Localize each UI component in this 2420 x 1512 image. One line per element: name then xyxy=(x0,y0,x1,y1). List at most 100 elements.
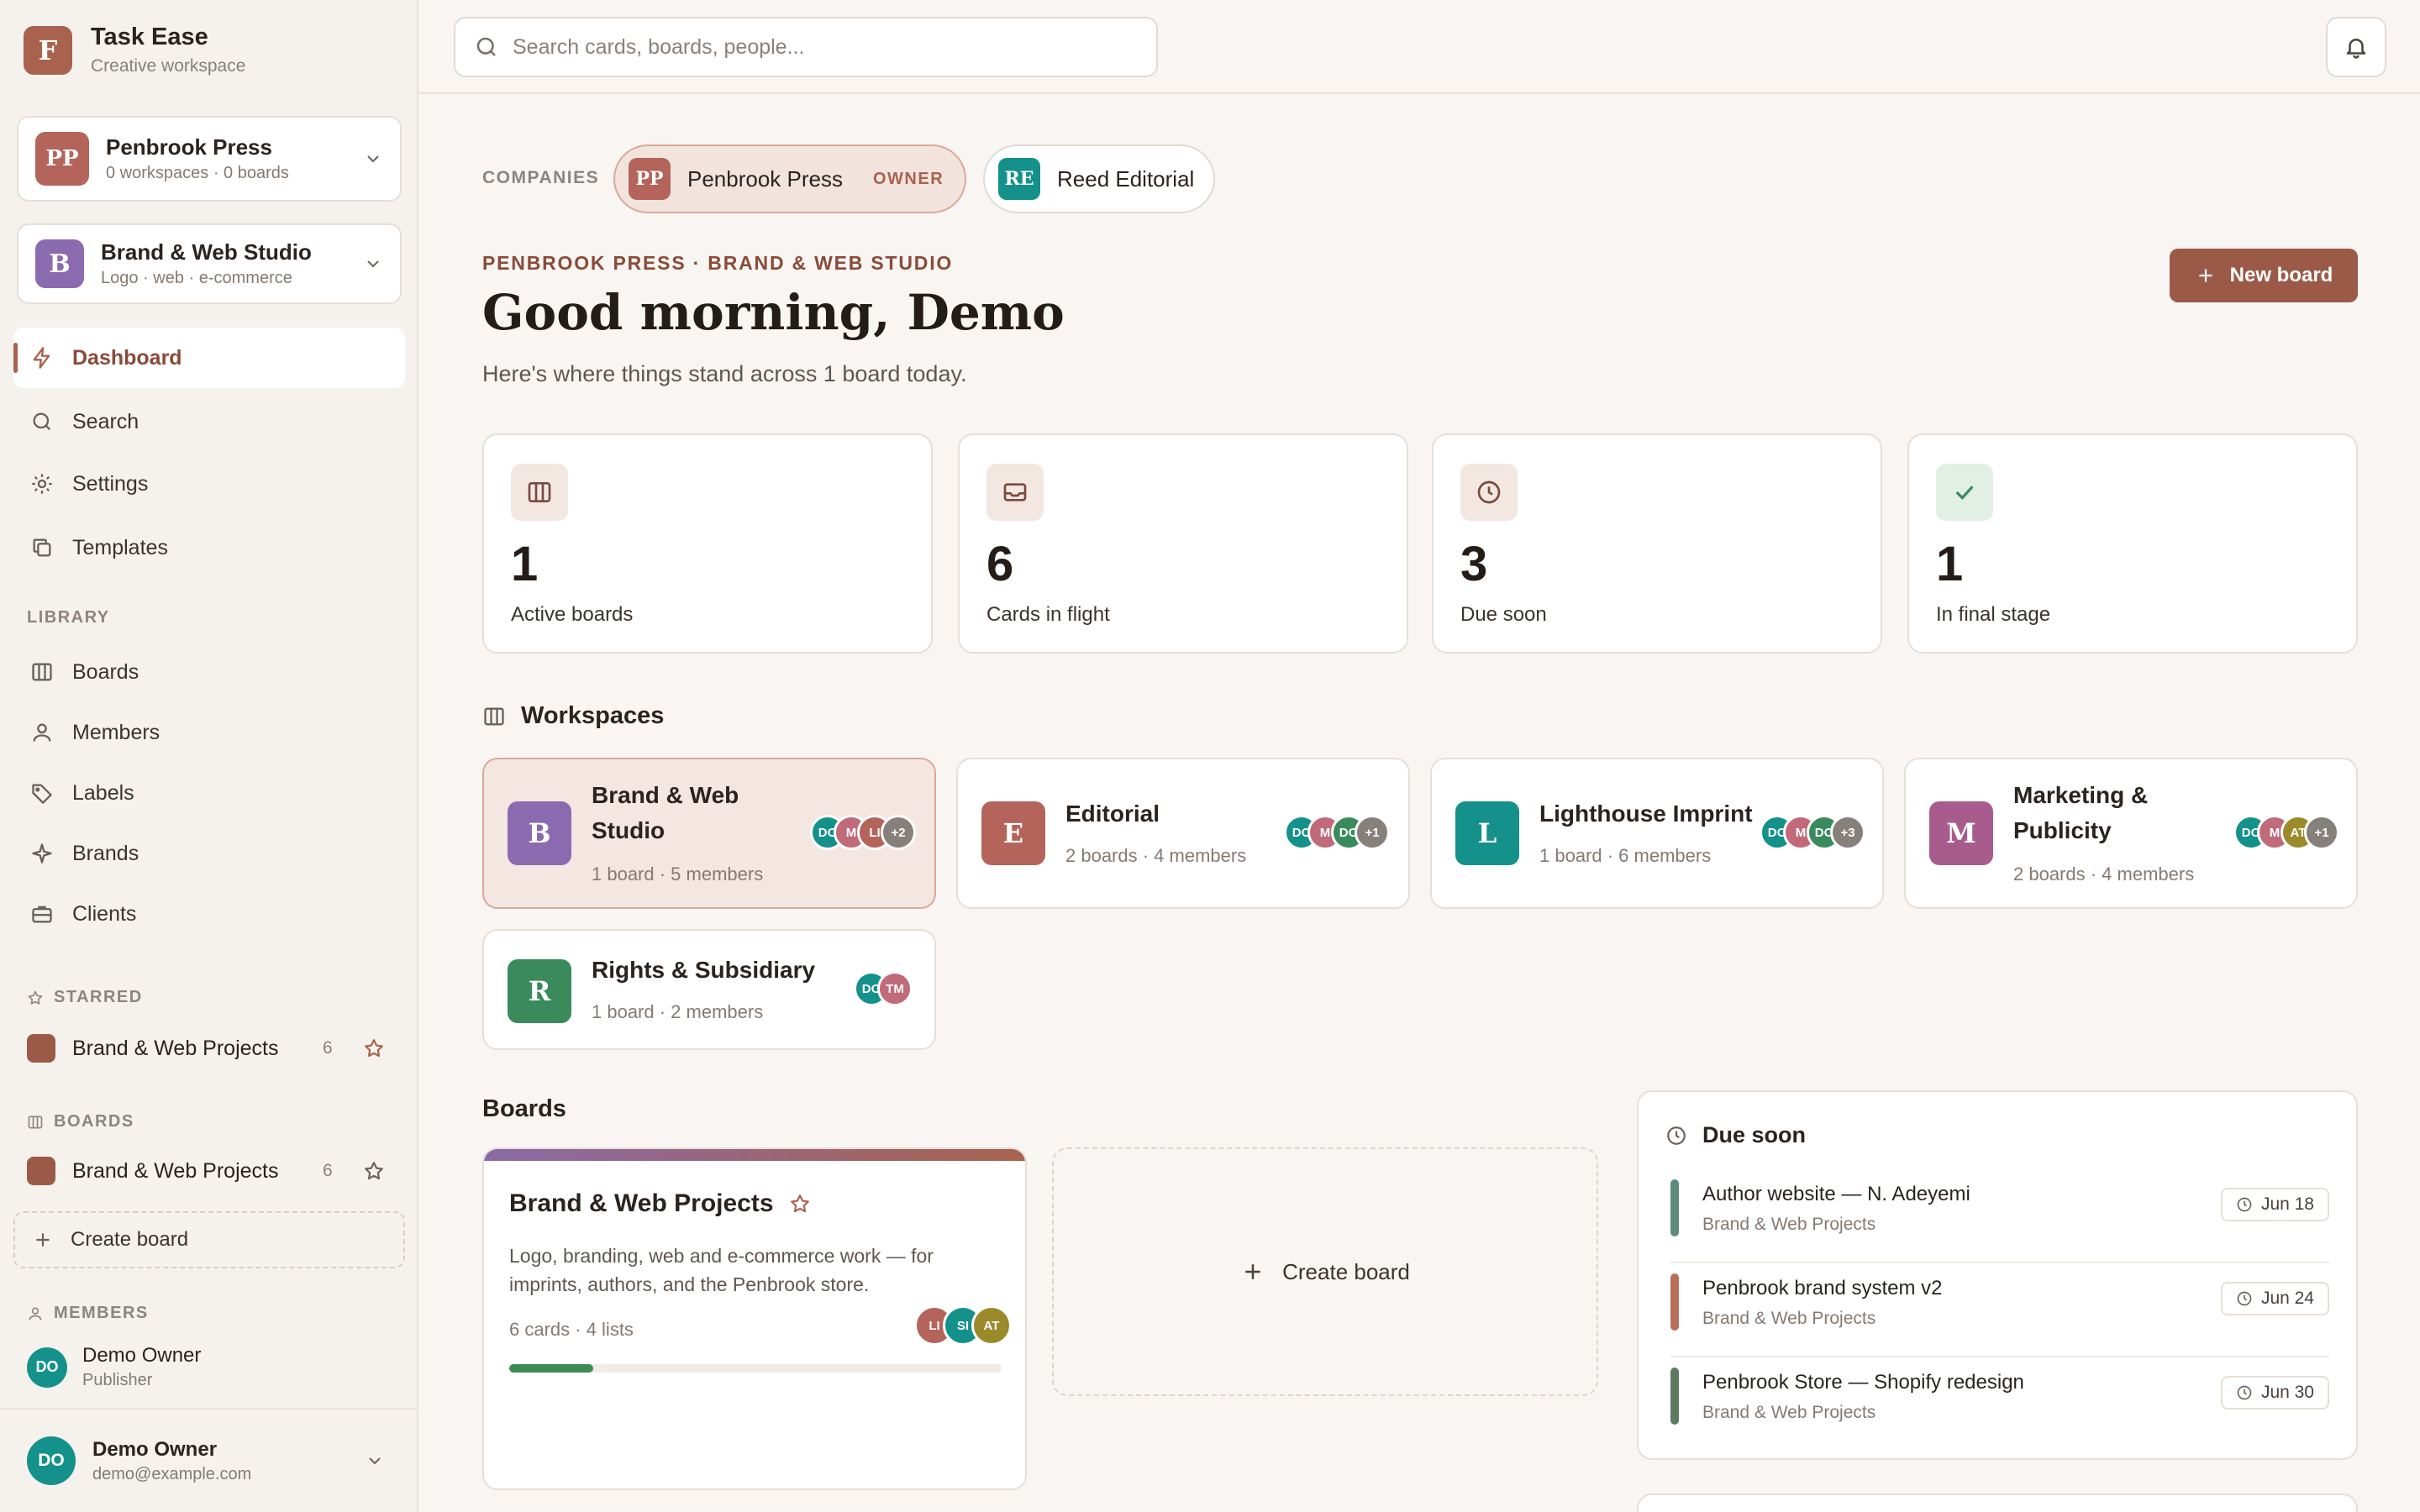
board-color-swatch xyxy=(27,1157,55,1185)
board-card[interactable]: Brand & Web Projects Logo, branding, web… xyxy=(482,1147,1027,1490)
star-icon[interactable] xyxy=(363,1037,385,1059)
starred-board-name: Brand & Web Projects xyxy=(72,1036,279,1060)
tag-icon xyxy=(32,784,52,804)
due-item-board: Brand & Web Projects xyxy=(1702,1309,1876,1328)
clock-icon xyxy=(2237,1291,2252,1306)
sidebar-member-item[interactable]: DO Demo Owner Publisher xyxy=(27,1344,201,1390)
sidebar-board-item[interactable]: Brand & Web Projects 6 xyxy=(27,1157,397,1185)
nav-members[interactable]: Members xyxy=(13,702,405,763)
new-board-button[interactable]: New board xyxy=(2170,249,2358,302)
nav-label: Clients xyxy=(72,901,137,926)
boards-section-label: BOARDS xyxy=(27,1112,134,1131)
due-item[interactable]: Penbrook Store — Shopify redesign Brand … xyxy=(1670,1356,2329,1450)
due-date-chip: Jun 30 xyxy=(2220,1376,2329,1410)
workspace-name: Lighthouse Imprint xyxy=(1539,801,1753,827)
avatar: +3 xyxy=(1830,815,1865,850)
nav-label: Brands xyxy=(72,841,139,865)
starred-board-item[interactable]: Brand & Web Projects 6 xyxy=(27,1034,397,1063)
board-description: Logo, branding, web and e-commerce work … xyxy=(509,1245,934,1295)
nav-labels[interactable]: Labels xyxy=(13,763,405,823)
nav-boards[interactable]: Boards xyxy=(13,642,405,702)
company-pill-reed[interactable]: RE Reed Editorial xyxy=(983,144,1215,213)
chevron-down-icon xyxy=(369,1457,381,1465)
sidebar: F Task Ease Creative workspace PP Penbro… xyxy=(0,0,418,1512)
avatar: DO xyxy=(27,1347,67,1388)
search-placeholder: Search cards, boards, people... xyxy=(513,34,805,59)
workspaces-title: Workspaces xyxy=(521,702,665,729)
current-user-name: Demo Owner xyxy=(92,1437,218,1461)
board-color-swatch xyxy=(27,1034,55,1063)
due-item-color-bar xyxy=(1670,1368,1679,1425)
workspace-name: Marketing & Publicity xyxy=(2013,782,2149,843)
workspace-card[interactable]: M Marketing & Publicity 2 boards · 4 mem… xyxy=(1904,758,2358,909)
workspace-card[interactable]: B Brand & Web Studio 1 board · 5 members… xyxy=(482,758,936,909)
avatar-stack: DO TM xyxy=(854,971,913,1006)
workspace-badge: M xyxy=(1929,801,1993,865)
user-icon xyxy=(29,1307,42,1320)
nav-templates[interactable]: Templates xyxy=(13,517,405,578)
sidebar-create-board-button[interactable]: Create board xyxy=(13,1211,405,1268)
workspace-switcher-sub: Logo · web · e-commerce xyxy=(101,269,292,287)
new-board-label: New board xyxy=(2229,264,2333,286)
plus-icon xyxy=(2199,269,2212,282)
nav-label: Boards xyxy=(72,659,139,684)
workspace-name: Brand & Web Studio xyxy=(592,782,739,843)
stat-icon-box xyxy=(511,464,568,521)
board-color-band xyxy=(484,1149,1025,1161)
star-icon[interactable] xyxy=(789,1193,811,1215)
avatar: +1 xyxy=(1355,815,1390,850)
company-switcher[interactable]: PP Penbrook Press 0 workspaces · 0 board… xyxy=(17,116,402,202)
due-item-title: Author website — N. Adeyemi xyxy=(1702,1183,1970,1205)
nav-brands[interactable]: Brands xyxy=(13,823,405,884)
page-subtitle: Here's where things stand across 1 board… xyxy=(482,361,967,386)
stat-card-due-soon: 3 Due soon xyxy=(1432,433,1882,654)
star-outline-icon[interactable] xyxy=(363,1160,385,1182)
due-item[interactable]: Author website — N. Adeyemi Brand & Web … xyxy=(1670,1168,2329,1262)
stat-card-active-boards: 1 Active boards xyxy=(482,433,933,654)
due-date: Jun 18 xyxy=(2260,1194,2314,1214)
avatar: +1 xyxy=(2304,815,2339,850)
app-brand[interactable]: F Task Ease Creative workspace xyxy=(24,24,245,76)
nav-label: Templates xyxy=(72,535,168,559)
due-soon-title: Due soon xyxy=(1665,1122,1806,1148)
inbox-icon xyxy=(1003,483,1027,501)
current-user-menu[interactable]: DO Demo Owner demo@example.com xyxy=(0,1408,417,1512)
due-item-board: Brand & Web Projects xyxy=(1702,1403,1876,1422)
sidebar-board-name: Brand & Web Projects xyxy=(72,1158,279,1183)
search-input[interactable]: Search cards, boards, people... xyxy=(454,17,1158,77)
stat-card-cards-in-flight: 6 Cards in flight xyxy=(958,433,1408,654)
workspace-card[interactable]: E Editorial 2 boards · 4 members DO M DO… xyxy=(956,758,1410,909)
library-nav: Boards Members Labels Brands Clients xyxy=(13,642,405,944)
company-name: Penbrook Press xyxy=(687,165,843,192)
companies-label: COMPANIES xyxy=(482,168,600,187)
due-date: Jun 24 xyxy=(2260,1289,2314,1308)
due-item[interactable]: Penbrook brand system v2 Brand & Web Pro… xyxy=(1670,1262,2329,1356)
workspace-badge: E xyxy=(981,801,1045,865)
board-progress-fill xyxy=(509,1364,593,1373)
workspace-card[interactable]: L Lighthouse Imprint 1 board · 6 members… xyxy=(1430,758,1884,909)
notifications-button[interactable] xyxy=(2326,17,2386,77)
workspace-meta: 1 board · 6 members xyxy=(1539,845,1712,866)
page-title: Good morning, Demo xyxy=(482,284,1065,341)
create-board-button[interactable]: Create board xyxy=(1052,1147,1598,1396)
stat-icon-box xyxy=(1460,464,1518,521)
workspace-badge: R xyxy=(508,959,571,1023)
nav-dashboard[interactable]: Dashboard xyxy=(13,328,405,388)
company-pill-penbrook[interactable]: PP Penbrook Press OWNER xyxy=(613,144,966,213)
workspace-switcher[interactable]: B Brand & Web Studio Logo · web · e-comm… xyxy=(17,223,402,304)
board-card-title: Brand & Web Projects xyxy=(509,1189,811,1218)
nav-settings[interactable]: Settings xyxy=(13,454,405,514)
nav-label: Settings xyxy=(72,471,149,496)
nav-label: Dashboard xyxy=(72,345,182,370)
nav-clients[interactable]: Clients xyxy=(13,884,405,944)
company-switcher-title: Penbrook Press xyxy=(106,134,272,160)
nav-label: Labels xyxy=(72,780,134,805)
app-subtitle: Creative workspace xyxy=(91,56,246,76)
app-logo: F xyxy=(24,25,72,75)
workspace-card[interactable]: R Rights & Subsidiary 1 board · 2 member… xyxy=(482,929,936,1050)
avatar: DO xyxy=(27,1436,76,1485)
nav-search[interactable]: Search xyxy=(13,391,405,452)
company-name: Reed Editorial xyxy=(1057,165,1195,192)
top-bar: Search cards, boards, people... xyxy=(418,0,2420,94)
stat-card-final-stage: 1 In final stage xyxy=(1907,433,2358,654)
